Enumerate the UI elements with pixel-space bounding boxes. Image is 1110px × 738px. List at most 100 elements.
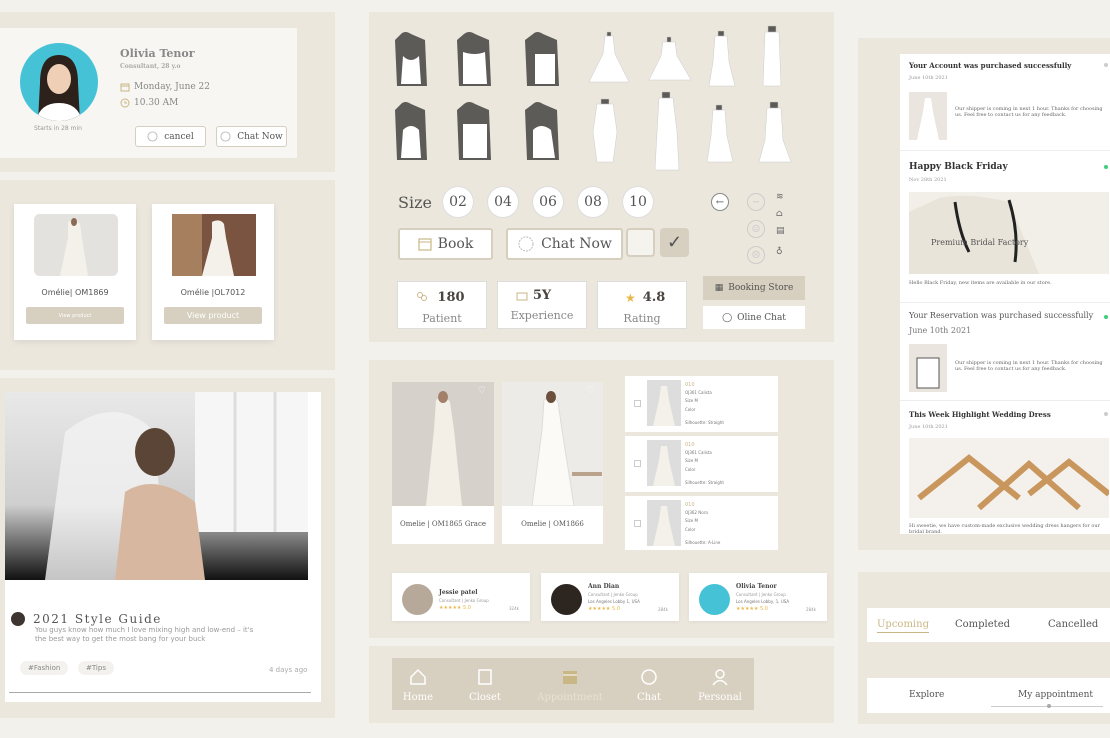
size-option-02[interactable]: 02 bbox=[442, 186, 474, 218]
tab-completed[interactable]: Completed bbox=[955, 619, 1010, 630]
list-item[interactable]: 010 OJ361 Calista Size M Color Silhouett… bbox=[625, 436, 778, 492]
online-chat-button[interactable]: ◯ Oline Chat bbox=[703, 306, 805, 329]
view-product-button[interactable]: View product bbox=[164, 307, 262, 324]
smile-icon[interactable]: ☺ bbox=[747, 220, 765, 238]
blog-card[interactable]: 2021 Style Guide You guys know how much … bbox=[5, 392, 321, 702]
nav-personal[interactable]: Personal bbox=[695, 668, 745, 703]
tab-my-appointment[interactable]: My appointment bbox=[1018, 690, 1093, 700]
product-card-2[interactable]: Omélie |OL7012 View product bbox=[152, 204, 274, 340]
bottom-nav: Home Closet Appointment Chat Personal bbox=[392, 658, 754, 710]
size-option-08[interactable]: 08 bbox=[577, 186, 609, 218]
tag-fashion[interactable]: #Fashion bbox=[20, 661, 69, 675]
chat-bubble-icon bbox=[220, 131, 231, 142]
stat-patient: 180 Patient bbox=[397, 281, 487, 329]
consultant-card[interactable]: Ann Dian Consultant | Jenko Group Los An… bbox=[541, 573, 679, 621]
appointments-panel: Upcoming Completed Cancelled Explore My … bbox=[858, 572, 1110, 724]
checkbox-unchecked[interactable] bbox=[626, 228, 655, 257]
product-card-1[interactable]: Omélie| OM1869 View product bbox=[14, 204, 136, 340]
consultant-card[interactable]: Olivia Tenor Consultant | Jenko Group Lo… bbox=[689, 573, 827, 621]
unread-dot bbox=[1104, 63, 1108, 67]
catalog-card-2[interactable]: ♡ Omelie | OM1866 bbox=[502, 382, 603, 544]
book-icon[interactable]: ▤ bbox=[776, 226, 785, 236]
checkbox-checked[interactable]: ✓ bbox=[660, 228, 689, 257]
product-image bbox=[172, 214, 256, 276]
feed-banner: Premium Bridal Factory bbox=[909, 192, 1109, 274]
product-panel: Omélie| OM1869 View product Omélie |OL70… bbox=[0, 180, 335, 370]
blog-time: 4 days ago bbox=[269, 666, 308, 674]
list-thumb bbox=[647, 380, 681, 426]
calendar-icon bbox=[418, 238, 432, 251]
book-button[interactable]: Book bbox=[398, 228, 493, 260]
catalog-card-1[interactable]: ♡ Omelie | OM1865 Grace bbox=[392, 382, 494, 544]
nav-closet[interactable]: Closet bbox=[460, 668, 510, 703]
chat-now-button[interactable]: Chat Now bbox=[216, 126, 287, 147]
dress-icon bbox=[762, 25, 782, 87]
bodice-icon bbox=[457, 32, 491, 86]
stat-value: 4.8 bbox=[642, 290, 666, 305]
booking-store-button[interactable]: ▦ Booking Store bbox=[703, 276, 805, 300]
tag-icon[interactable]: ⌂ bbox=[776, 209, 783, 219]
consult-role: Consultant, 28 y.o bbox=[120, 63, 181, 70]
chat-now-large-button[interactable]: Chat Now bbox=[506, 228, 623, 260]
size-option-06[interactable]: 06 bbox=[532, 186, 564, 218]
tab-cancelled[interactable]: Cancelled bbox=[1048, 619, 1098, 630]
consult-time: 10.30 AM bbox=[134, 98, 179, 108]
nav-chat[interactable]: Chat bbox=[624, 668, 674, 703]
avatar bbox=[20, 43, 98, 121]
bottle-icon[interactable]: ♁ bbox=[776, 246, 783, 256]
nav-home[interactable]: Home bbox=[393, 668, 443, 703]
sad-icon[interactable]: ☹ bbox=[747, 246, 765, 264]
user-icon bbox=[712, 669, 728, 686]
consult-date: Monday, June 22 bbox=[134, 82, 211, 92]
tab-explore[interactable]: Explore bbox=[909, 690, 944, 700]
home-icon bbox=[410, 668, 426, 685]
tag-tips[interactable]: #Tips bbox=[78, 661, 114, 675]
dress-icon bbox=[758, 101, 792, 163]
consult-date-row: Monday, June 22 bbox=[120, 82, 210, 92]
list-item[interactable]: 010 OJ362 Nora Size M Color Silhouette: … bbox=[625, 496, 778, 550]
back-arrow-icon[interactable]: ← bbox=[711, 193, 729, 211]
view-product-button[interactable]: View product bbox=[26, 307, 124, 324]
consultant-card[interactable]: Jessie patel Consultant | Jenko Group ★★… bbox=[392, 573, 530, 621]
chat-icon bbox=[641, 669, 657, 685]
checkbox[interactable] bbox=[634, 400, 641, 407]
checkbox[interactable] bbox=[634, 460, 641, 467]
feed-item[interactable]: Your Account was purchased successfully … bbox=[900, 54, 1110, 150]
calendar-icon bbox=[120, 83, 130, 92]
dress-icon bbox=[654, 91, 680, 171]
avatar bbox=[699, 584, 730, 615]
stat-value: 5Y bbox=[532, 288, 552, 303]
consult-time-row: 10.30 AM bbox=[120, 98, 178, 108]
chat-icon: ◯ bbox=[722, 312, 733, 323]
heart-icon[interactable]: ♡ bbox=[478, 386, 486, 396]
nav-appointment[interactable]: Appointment bbox=[535, 668, 605, 703]
blog-panel: 2021 Style Guide You guys know how much … bbox=[0, 378, 335, 718]
stat-label: Patient bbox=[422, 312, 462, 325]
size-option-10[interactable]: 10 bbox=[622, 186, 654, 218]
unread-dot bbox=[1104, 315, 1108, 319]
feed-banner bbox=[909, 438, 1109, 518]
feed-item[interactable]: Happy Black Friday Nov 28th 2021 Premium… bbox=[900, 152, 1110, 300]
filter-icon[interactable]: ≋ bbox=[776, 192, 784, 202]
bodice-icon bbox=[395, 32, 427, 86]
minus-circle-icon[interactable]: − bbox=[747, 193, 765, 211]
catalog-name: Omelie | OM1865 Grace bbox=[399, 520, 487, 528]
dress-icon bbox=[648, 36, 692, 81]
starts-label: Starts in 28 min bbox=[34, 125, 82, 132]
tab-bar: Upcoming Completed Cancelled bbox=[867, 608, 1110, 642]
avatar bbox=[551, 584, 582, 615]
dress-icon bbox=[588, 31, 630, 83]
feed-thumb bbox=[909, 92, 947, 140]
consult-name: Olivia Tenor bbox=[120, 47, 195, 60]
feed-list: Your Account was purchased successfully … bbox=[900, 54, 1110, 534]
list-item[interactable]: 010 OJ361 Calista Size M Color Silhouett… bbox=[625, 376, 778, 432]
catalog-image bbox=[502, 382, 603, 506]
heart-icon[interactable]: ♡ bbox=[587, 386, 595, 396]
checkbox[interactable] bbox=[634, 520, 641, 527]
size-option-04[interactable]: 04 bbox=[487, 186, 519, 218]
feed-item[interactable]: Your Reservation was purchased successfu… bbox=[900, 304, 1110, 400]
feed-item[interactable]: This Week Highlight Wedding Dress June 1… bbox=[900, 402, 1110, 534]
cancel-button[interactable]: cancel bbox=[135, 126, 206, 147]
consult-panel: Olivia Tenor Consultant, 28 y.o Monday, … bbox=[0, 12, 335, 172]
tab-upcoming[interactable]: Upcoming bbox=[877, 619, 929, 633]
